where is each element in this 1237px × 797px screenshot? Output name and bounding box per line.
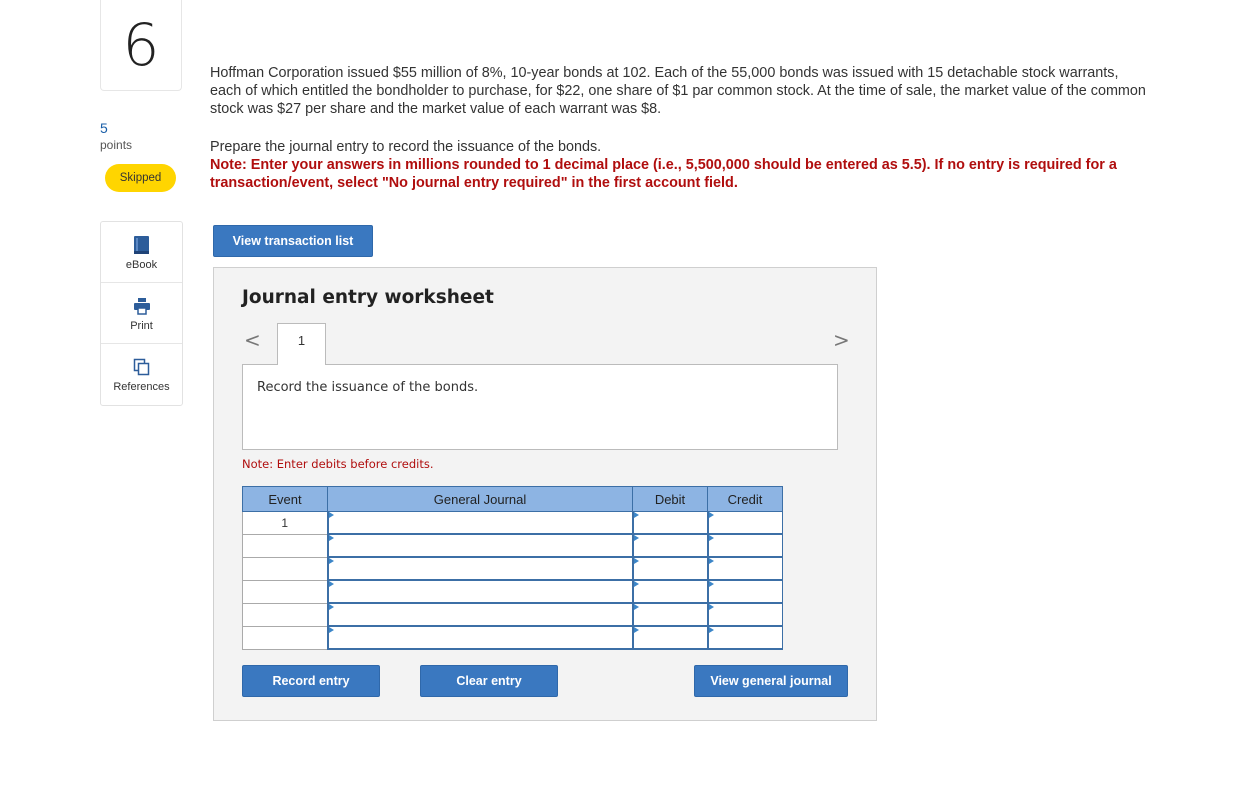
- table-row: [242, 533, 783, 558]
- instruction-text: Prepare the journal entry to record the …: [210, 139, 602, 155]
- answer-note: Note: Enter your answers in millions rou…: [210, 157, 1117, 191]
- debit-input[interactable]: [631, 556, 708, 581]
- account-select[interactable]: [326, 602, 633, 627]
- account-select[interactable]: [326, 511, 633, 535]
- ebook-tool[interactable]: eBook: [101, 222, 182, 283]
- debit-input[interactable]: [631, 511, 708, 535]
- clear-entry-button[interactable]: Clear entry: [420, 665, 558, 697]
- table-row: [242, 602, 783, 627]
- table-row: [242, 556, 783, 581]
- account-select[interactable]: [326, 579, 633, 604]
- credit-input[interactable]: [706, 533, 783, 558]
- status-badge: Skipped: [105, 164, 176, 192]
- view-general-journal-button[interactable]: View general journal: [694, 665, 848, 697]
- record-entry-button[interactable]: Record entry: [242, 665, 380, 697]
- table-row: [242, 625, 783, 650]
- credit-input[interactable]: [706, 579, 783, 604]
- references-tool[interactable]: References: [101, 344, 182, 404]
- print-tool[interactable]: Print: [101, 283, 182, 344]
- event-cell: [242, 602, 328, 627]
- debit-input[interactable]: [631, 533, 708, 558]
- printer-icon: [133, 295, 151, 317]
- points-label: points: [100, 138, 133, 152]
- event-cell: [242, 579, 328, 604]
- view-transaction-list-button[interactable]: View transaction list: [213, 225, 373, 257]
- event-cell: [242, 533, 328, 558]
- question-text: Hoffman Corporation issued $55 million o…: [210, 65, 1146, 117]
- account-select[interactable]: [326, 533, 633, 558]
- table-row: 1: [242, 511, 783, 535]
- worksheet-tab-1[interactable]: 1: [277, 323, 326, 365]
- credit-input[interactable]: [706, 625, 783, 650]
- entry-description-box: Record the issuance of the bonds.: [242, 364, 838, 450]
- instructions: Prepare the journal entry to record the …: [210, 138, 1150, 192]
- debit-input[interactable]: [631, 579, 708, 604]
- points-value: 5: [100, 120, 108, 136]
- credit-input[interactable]: [706, 511, 783, 535]
- column-header-credit: Credit: [707, 486, 783, 512]
- account-select[interactable]: [326, 556, 633, 581]
- worksheet-title: Journal entry worksheet: [242, 287, 494, 308]
- book-icon: [133, 234, 151, 256]
- references-label: References: [113, 381, 170, 393]
- column-header-general-journal: General Journal: [327, 486, 633, 512]
- event-cell: [242, 556, 328, 581]
- journal-table: Event General Journal Debit Credit 1: [242, 486, 783, 650]
- copy-icon: [133, 356, 151, 378]
- debits-note: Note: Enter debits before credits.: [242, 457, 434, 471]
- account-select[interactable]: [326, 625, 633, 650]
- column-header-event: Event: [242, 486, 328, 512]
- entry-description: Record the issuance of the bonds.: [257, 380, 479, 395]
- chevron-left-icon[interactable]: <: [244, 328, 261, 352]
- debit-input[interactable]: [631, 602, 708, 627]
- ebook-label: eBook: [125, 259, 158, 271]
- credit-input[interactable]: [706, 556, 783, 581]
- credit-input[interactable]: [706, 602, 783, 627]
- debit-input[interactable]: [631, 625, 708, 650]
- question-number: 6: [100, 0, 182, 91]
- chevron-right-icon[interactable]: >: [833, 328, 850, 352]
- print-label: Print: [130, 320, 153, 332]
- event-cell: 1: [242, 511, 328, 535]
- table-row: [242, 579, 783, 604]
- event-cell: [242, 625, 328, 650]
- tools-panel: eBook Print References: [100, 221, 183, 406]
- column-header-debit: Debit: [632, 486, 708, 512]
